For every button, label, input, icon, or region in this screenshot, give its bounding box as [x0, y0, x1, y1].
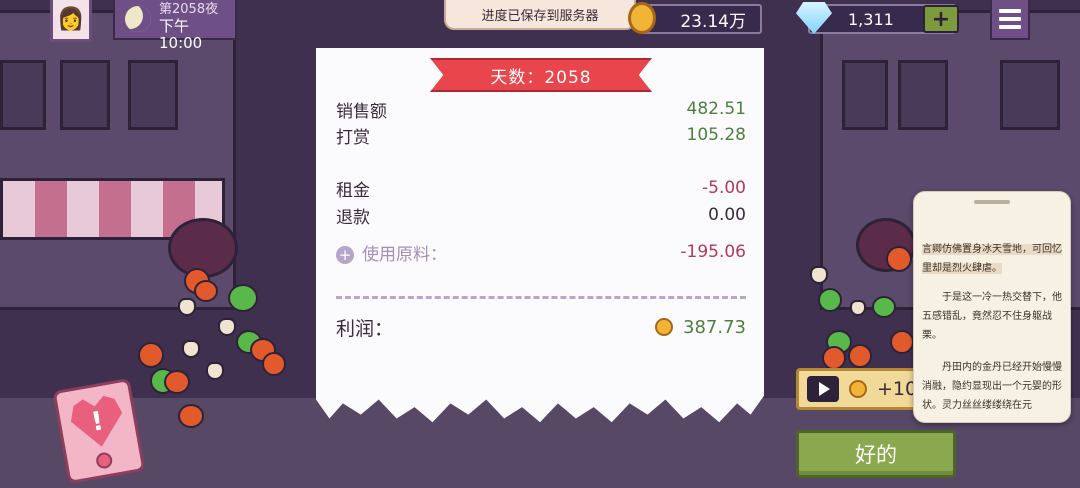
- rent-value: -5.00: [702, 178, 746, 198]
- heart-alert-icon: !: [67, 393, 127, 451]
- rent-label: 租金: [336, 180, 370, 201]
- moon-icon: [125, 6, 151, 32]
- reader-paragraph-2: 于是这一冷一热交替下，他五感错乱，竟然忍不住身躯战栗。: [922, 292, 1062, 341]
- play-video-icon: [807, 376, 839, 402]
- coin-icon: [849, 380, 867, 398]
- reader-overlay[interactable]: 言卿仿佛置身冰天雪地，可回忆里却是烈火肆虐。 于是这一冷一热交替下，他五感错乱，…: [913, 191, 1071, 423]
- add-gems-button[interactable]: +: [923, 5, 959, 33]
- tips-label: 打赏: [336, 127, 370, 148]
- refund-row: 退款 0.00: [336, 203, 746, 228]
- rent-row: 租金 -5.00: [336, 176, 746, 201]
- time-label: 下午10:00: [159, 17, 203, 52]
- menu-button[interactable]: [990, 0, 1030, 40]
- avatar-face-icon: 👩: [57, 7, 85, 32]
- material-row[interactable]: + 使用原料： -195.06: [336, 240, 746, 265]
- coin-counter: 23.14万: [640, 4, 762, 34]
- day-title-ribbon: 天数：2058: [430, 58, 652, 92]
- material-value: -195.06: [680, 242, 746, 262]
- love-letter-card[interactable]: !: [52, 377, 146, 485]
- day-time-panel: 第2058夜 下午10:00: [113, 0, 237, 52]
- reader-paragraph-3: 丹田内的金丹已经开始慢慢消融，隐约显现出一个元婴的形状。灵力丝丝缕缕绕在元: [922, 362, 1062, 411]
- material-label: 使用原料：: [362, 244, 447, 265]
- ad-reward-amount: +10: [877, 378, 918, 400]
- profit-row: 利润： 387.73: [336, 312, 746, 342]
- tips-row: 打赏 105.28: [336, 123, 746, 148]
- tips-value: 105.28: [686, 125, 746, 145]
- profit-value: 387.73: [683, 316, 746, 338]
- drag-handle[interactable]: [974, 200, 1010, 204]
- hamburger-icon: [999, 9, 1021, 13]
- day-label: 第2058夜: [159, 2, 219, 17]
- receipt-divider: [336, 296, 746, 299]
- sales-value: 482.51: [686, 99, 746, 119]
- refund-label: 退款: [336, 207, 370, 228]
- sales-label: 销售额: [336, 101, 387, 122]
- coin-icon: [655, 318, 674, 336]
- ok-button[interactable]: 好的: [796, 430, 956, 478]
- gem-amount: 1,311: [848, 9, 894, 29]
- save-toast: 进度已保存到服务器: [444, 0, 636, 30]
- sales-row: 销售额 482.51: [336, 97, 746, 122]
- coin-icon: [628, 2, 656, 34]
- coin-amount: 23.14万: [680, 11, 746, 32]
- refund-value: 0.00: [708, 205, 746, 225]
- player-avatar[interactable]: 👩: [50, 0, 92, 42]
- profit-label: 利润：: [336, 317, 394, 340]
- reader-paragraph-1: 言卿仿佛置身冰天雪地，可回忆里却是烈火肆虐。: [922, 244, 1062, 274]
- expand-plus-icon[interactable]: +: [336, 245, 354, 264]
